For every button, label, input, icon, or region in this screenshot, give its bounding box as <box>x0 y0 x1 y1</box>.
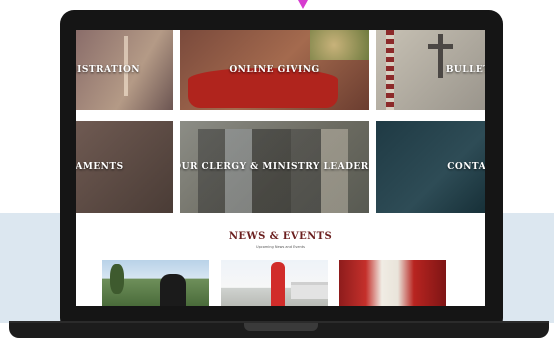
cross-bar <box>428 44 453 49</box>
tile-label: OUR CLERGY & MINISTRY LEADERS <box>180 162 369 172</box>
website-screen: GISTRATION ONLINE GIVING BULLETI AMENTS … <box>76 30 485 306</box>
priest-figure <box>160 274 186 306</box>
rosary-icon <box>386 30 394 110</box>
tile-label: ONLINE GIVING <box>229 65 320 75</box>
palm-tree <box>110 264 124 294</box>
tile-label: AMENTS <box>76 162 124 172</box>
tile-online-giving[interactable]: ONLINE GIVING <box>180 30 369 110</box>
cross-icon <box>438 34 443 78</box>
tile-sacraments[interactable]: AMENTS <box>76 121 173 213</box>
tent <box>291 282 328 299</box>
news-thumbnail-priest[interactable] <box>102 260 209 306</box>
tile-label: CONTAC <box>447 162 485 172</box>
news-thumbnail-banner[interactable] <box>221 260 328 306</box>
pink-marker <box>298 0 308 9</box>
flowers-icon <box>310 30 369 60</box>
tile-contact[interactable]: CONTAC <box>376 121 485 213</box>
banner-flag <box>271 262 285 306</box>
tile-label: GISTRATION <box>76 65 141 75</box>
tile-clergy[interactable]: OUR CLERGY & MINISTRY LEADERS <box>180 121 369 213</box>
tile-registration[interactable]: GISTRATION <box>76 30 173 110</box>
tile-label: BULLETI <box>445 65 485 75</box>
news-events-subtitle: Upcoming News and Events <box>256 245 305 249</box>
news-thumbnail-vestments[interactable] <box>339 260 446 306</box>
laptop-notch <box>244 323 318 331</box>
tile-bulletin[interactable]: BULLETI <box>376 30 485 110</box>
news-events-heading: NEWS & EVENTS <box>228 231 333 242</box>
